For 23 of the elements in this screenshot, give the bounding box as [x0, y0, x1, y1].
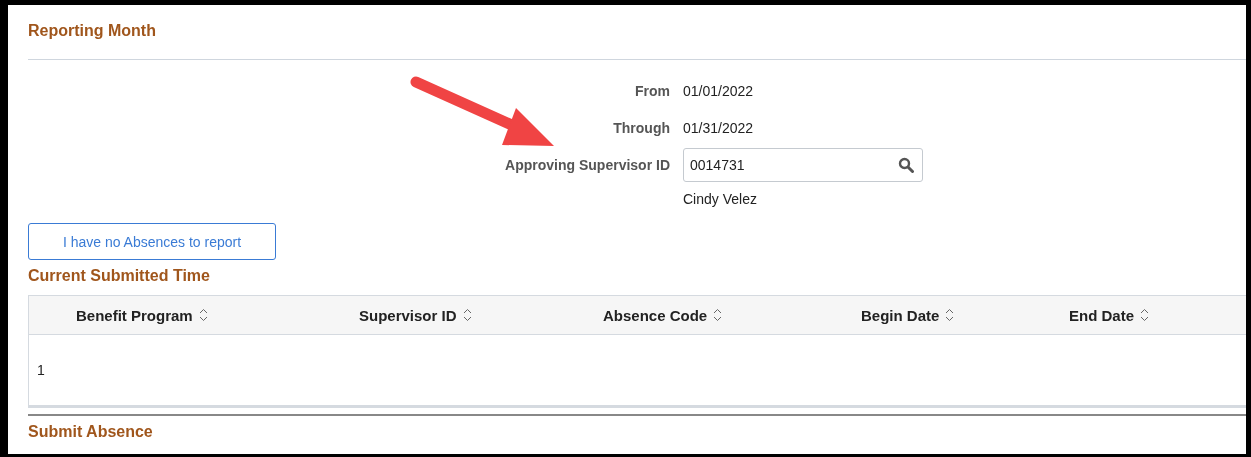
section-title: Current Submitted Time	[28, 267, 211, 286]
column-header[interactable]: Supervisor ID	[359, 306, 603, 324]
row-number: 1	[36, 362, 45, 378]
field-label: From	[635, 82, 670, 99]
no-absences-button[interactable]: I have no Absences to report	[28, 223, 276, 260]
section-title: Reporting Month	[28, 22, 157, 41]
column-header[interactable]: Benefit Program	[76, 306, 359, 324]
field-value: 01/31/2022	[683, 119, 754, 136]
field-label: Through	[613, 119, 670, 136]
search-icon[interactable]	[898, 156, 914, 173]
sort-icon	[462, 308, 472, 322]
sort-icon	[1140, 308, 1149, 322]
section-title: Submit Absence	[28, 423, 154, 441]
supervisor-name: Cindy Velez	[683, 191, 758, 207]
column-header[interactable]: End Date	[1069, 306, 1246, 324]
sort-icon	[198, 308, 208, 322]
column-header[interactable]: Begin Date	[861, 306, 1069, 324]
supervisor-id-field[interactable]: 0014731	[683, 147, 923, 182]
sort-icon	[713, 308, 723, 322]
field-value: 01/01/2022	[683, 82, 754, 99]
sort-icon	[945, 308, 955, 322]
field-label: Approving Supervisor ID	[505, 156, 670, 173]
column-header[interactable]: Absence Code	[603, 306, 861, 324]
